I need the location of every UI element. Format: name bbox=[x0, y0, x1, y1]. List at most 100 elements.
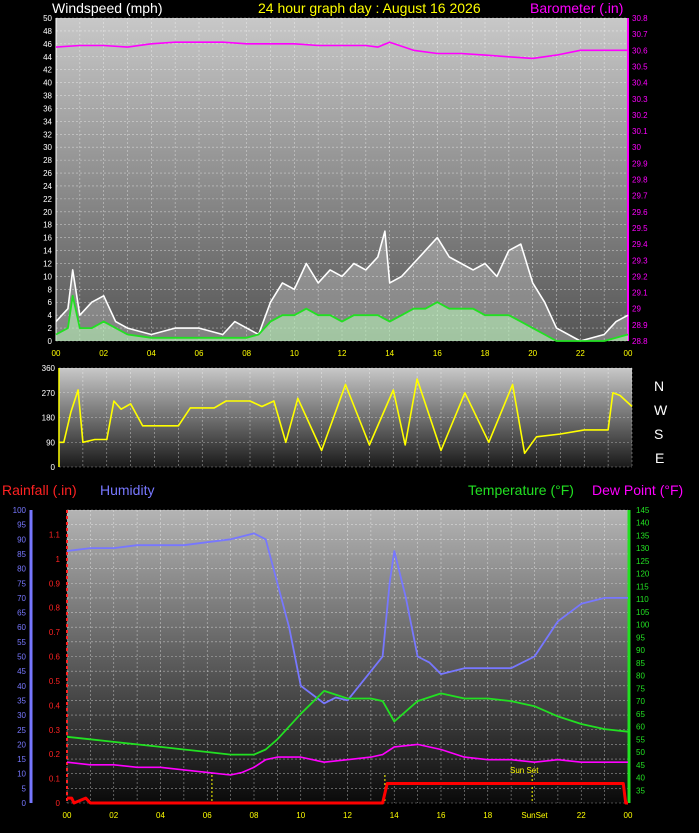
humidity-tick-label: 100 bbox=[13, 506, 27, 515]
day-title: 24 hour graph day : August 16 2026 bbox=[258, 0, 481, 16]
dewpoint-legend: Dew Point (°F) bbox=[592, 482, 683, 498]
temp-tick-label: 135 bbox=[636, 531, 650, 540]
humidity-tick-label: 90 bbox=[17, 535, 26, 544]
baro-tick-label: 30.5 bbox=[632, 62, 648, 71]
wind-plot-area: 0246810121416182022242628303234363840424… bbox=[43, 14, 648, 358]
rain-tick-label: 0.9 bbox=[49, 579, 61, 588]
humidity-tick-label: 5 bbox=[22, 784, 27, 793]
temp-tick-label: 125 bbox=[636, 557, 650, 566]
wind-x-tick-label: 22 bbox=[576, 349, 585, 358]
compass-s: S bbox=[654, 426, 663, 442]
baro-tick-label: 30.3 bbox=[632, 95, 648, 104]
humidity-tick-label: 35 bbox=[17, 696, 26, 705]
baro-tick-label: 30.1 bbox=[632, 127, 648, 136]
temp-tick-label: 110 bbox=[636, 595, 649, 604]
baro-tick-label: 29.3 bbox=[632, 256, 648, 265]
rain-tick-label: 0 bbox=[56, 799, 61, 808]
humidity-tick-label: 75 bbox=[17, 579, 26, 588]
wind-tick-label: 44 bbox=[43, 53, 52, 62]
wind-tick-label: 22 bbox=[43, 195, 52, 204]
humidity-tick-label: 95 bbox=[17, 521, 26, 530]
baro-tick-label: 28.8 bbox=[632, 337, 648, 346]
humidity-tick-label: 50 bbox=[17, 653, 26, 662]
wind-tick-label: 16 bbox=[43, 234, 52, 243]
rain-tick-label: 0.2 bbox=[49, 750, 61, 759]
temp-tick-label: 85 bbox=[636, 659, 645, 668]
humidity-tick-label: 55 bbox=[17, 638, 26, 647]
temp-x-tick-label: 02 bbox=[109, 811, 118, 820]
humidity-tick-label: 25 bbox=[17, 726, 26, 735]
baro-title: Barometer (.in) bbox=[530, 0, 623, 16]
wind-tick-label: 6 bbox=[48, 298, 53, 307]
baro-tick-label: 29.2 bbox=[632, 272, 648, 281]
temp-tick-label: 35 bbox=[636, 786, 645, 795]
wind-tick-label: 18 bbox=[43, 221, 52, 230]
temp-tick-label: 115 bbox=[636, 582, 649, 591]
baro-tick-label: 30.8 bbox=[632, 14, 648, 23]
wind-direction-chart: 0 90 180 270 360 N W S E N bbox=[42, 364, 668, 472]
wind-x-tick-label: 00 bbox=[52, 349, 61, 358]
temp-tick-label: 60 bbox=[636, 723, 645, 732]
baro-tick-label: 30.2 bbox=[632, 111, 648, 120]
wind-x-tick-label: 20 bbox=[528, 349, 537, 358]
temp-tick-label: 55 bbox=[636, 735, 645, 744]
humidity-tick-label: 40 bbox=[17, 682, 26, 691]
rain-tick-label: 1 bbox=[56, 555, 61, 564]
baro-tick-label: 29.4 bbox=[632, 240, 648, 249]
temp-tick-label: 120 bbox=[636, 570, 650, 579]
wind-tick-label: 42 bbox=[43, 66, 52, 75]
rain-tick-label: 0.1 bbox=[49, 775, 61, 784]
direction-tick-label: 0 bbox=[51, 463, 56, 472]
temp-tick-label: 95 bbox=[636, 633, 645, 642]
direction-tick-label: 90 bbox=[46, 438, 55, 447]
wind-tick-label: 2 bbox=[48, 324, 53, 333]
baro-tick-label: 29.7 bbox=[632, 192, 648, 201]
temp-tick-label: 130 bbox=[636, 544, 650, 553]
temp-x-tick-label: 00 bbox=[63, 811, 72, 820]
wind-tick-label: 10 bbox=[43, 272, 52, 281]
wind-x-tick-label: 08 bbox=[242, 349, 251, 358]
wind-tick-label: 34 bbox=[43, 117, 52, 126]
rain-tick-label: 0.7 bbox=[49, 628, 61, 637]
temp-tick-label: 75 bbox=[636, 684, 645, 693]
direction-tick-label: 180 bbox=[42, 414, 56, 423]
temp-tick-label: 140 bbox=[636, 519, 650, 528]
wind-tick-label: 26 bbox=[43, 169, 52, 178]
humidity-tick-label: 15 bbox=[17, 755, 26, 764]
baro-tick-label: 30.4 bbox=[632, 79, 648, 88]
baro-tick-label: 29.6 bbox=[632, 208, 648, 217]
humidity-tick-label: 85 bbox=[17, 550, 26, 559]
baro-tick-label: 29 bbox=[632, 305, 641, 314]
rain-tick-label: 1.1 bbox=[49, 530, 61, 539]
humidity-tick-label: 30 bbox=[17, 711, 26, 720]
temp-x-tick-label: 16 bbox=[437, 811, 446, 820]
rainfall-legend: Rainfall (.in) bbox=[2, 482, 77, 498]
humidity-tick-label: 80 bbox=[17, 565, 26, 574]
humidity-tick-label: 20 bbox=[17, 740, 26, 749]
rain-tick-label: 0.6 bbox=[49, 653, 61, 662]
temp-tick-label: 40 bbox=[636, 774, 645, 783]
baro-tick-label: 30.7 bbox=[632, 30, 648, 39]
temp-x-tick-label: 12 bbox=[343, 811, 352, 820]
temp-x-tick-label: 08 bbox=[250, 811, 259, 820]
baro-tick-label: 28.9 bbox=[632, 321, 648, 330]
rain-tick-label: 0.4 bbox=[49, 701, 61, 710]
wind-x-tick-label: 04 bbox=[147, 349, 156, 358]
temp-x-tick-label: SunSet bbox=[521, 811, 548, 820]
baro-tick-label: 30.6 bbox=[632, 46, 648, 55]
wind-tick-label: 4 bbox=[48, 311, 53, 320]
temp-x-tick-label: 10 bbox=[296, 811, 305, 820]
rain-tick-label: 0.8 bbox=[49, 604, 61, 613]
temp-tick-label: 70 bbox=[636, 697, 645, 706]
wind-tick-label: 8 bbox=[48, 285, 53, 294]
compass-e: E bbox=[655, 450, 664, 466]
wind-tick-label: 36 bbox=[43, 104, 52, 113]
temp-x-tick-label: 14 bbox=[390, 811, 399, 820]
wind-tick-label: 20 bbox=[43, 208, 52, 217]
humidity-tick-label: 45 bbox=[17, 667, 26, 676]
rain-tick-label: 0.3 bbox=[49, 726, 61, 735]
compass-n-top: N bbox=[654, 378, 664, 394]
humidity-tick-label: 70 bbox=[17, 594, 26, 603]
wind-tick-label: 24 bbox=[43, 182, 52, 191]
wind-x-tick-label: 06 bbox=[195, 349, 204, 358]
